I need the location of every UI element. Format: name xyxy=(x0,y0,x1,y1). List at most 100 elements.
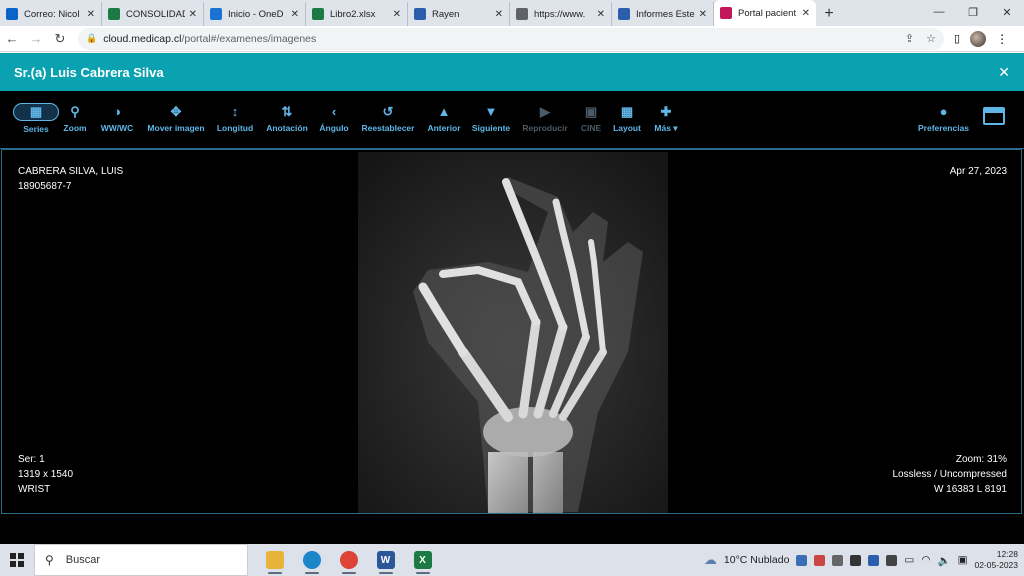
tool-plus[interactable]: ✚ Más ▾ xyxy=(654,103,677,134)
display-icon[interactable]: ▣ xyxy=(958,554,968,566)
tool-label: Zoom xyxy=(63,123,87,133)
tool-annotation[interactable]: ⇅ Anotación xyxy=(266,103,308,134)
start-button[interactable] xyxy=(0,553,34,567)
excel-icon: X xyxy=(413,551,432,569)
tray-app-icon[interactable] xyxy=(886,554,898,566)
tab-title: Portal pacient xyxy=(738,7,797,19)
tab-title: CONSOLIDAD xyxy=(126,8,185,20)
security-tray-icon[interactable] xyxy=(850,554,862,566)
tool-layout[interactable]: ▦ Layout xyxy=(613,103,641,134)
weather-text[interactable]: 10°C Nublado xyxy=(724,554,790,566)
browser-tab-strip: Correo: Nicol ✕ CONSOLIDAD ✕ Inicio - OneD ✕ L… xyxy=(0,0,1024,26)
tool-previous[interactable]: ▲ Anterior xyxy=(427,103,460,133)
tool-next[interactable]: ▼ Siguiente xyxy=(472,103,510,133)
tool-contrast[interactable]: ◑ WW/WC xyxy=(101,103,134,133)
browser-tab[interactable]: Informes Este ✕ xyxy=(612,2,714,26)
app-tray-icon[interactable] xyxy=(814,554,826,566)
tab-close-icon[interactable]: ✕ xyxy=(597,9,605,20)
share-icon[interactable]: ⇪ xyxy=(905,32,914,45)
browser-tab[interactable]: Rayen ✕ xyxy=(408,2,510,26)
tab-close-icon[interactable]: ✕ xyxy=(291,9,299,20)
windows-logo-icon xyxy=(10,553,24,567)
tab-title: Correo: Nicol xyxy=(24,8,80,20)
settings-tray-icon[interactable] xyxy=(832,554,844,566)
menu-icon[interactable]: ⋮ xyxy=(996,32,1008,46)
browser-tab[interactable]: Libro2.xlsx ✕ xyxy=(306,2,408,26)
volume-icon[interactable]: 🔈 xyxy=(938,554,951,567)
taskbar-app[interactable] xyxy=(256,544,293,576)
image-viewport[interactable]: CABRERA SILVA, LUIS 18905687-7 Apr 27, 2… xyxy=(1,149,1022,514)
tool-label: CINE xyxy=(580,123,602,133)
reload-button[interactable]: ↻ xyxy=(48,27,72,51)
profile-avatar[interactable] xyxy=(970,30,987,47)
restore-button[interactable]: ❐ xyxy=(956,0,990,24)
tab-title: Inicio - OneD xyxy=(228,8,284,20)
browser-tab[interactable]: CONSOLIDAD ✕ xyxy=(102,2,204,26)
xray-image[interactable] xyxy=(358,152,668,513)
tab-close-icon[interactable]: ✕ xyxy=(393,9,401,20)
tab-close-icon[interactable]: ✕ xyxy=(189,9,197,20)
tab-close-icon[interactable]: ✕ xyxy=(495,9,503,20)
clock-date: 02-05-2023 xyxy=(974,560,1018,570)
annotation-icon: ⇅ xyxy=(281,103,293,119)
search-icon: ⚲ xyxy=(70,103,80,119)
tab-title: Rayen xyxy=(432,8,460,20)
back-button[interactable]: ← xyxy=(0,27,24,51)
next-icon: ▼ xyxy=(484,104,498,119)
minimize-button[interactable]: — xyxy=(922,0,956,24)
tool-label: Siguiente xyxy=(471,123,511,133)
sidepanel-icon[interactable]: ▯ xyxy=(954,32,960,45)
window-level-overlay: W 16383 L 8191 xyxy=(933,484,1007,495)
study-date-overlay: Apr 27, 2023 xyxy=(949,166,1007,177)
close-window-button[interactable]: ✕ xyxy=(990,0,1024,24)
url-input[interactable]: 🔒 cloud.medicap.cl/portal#/examenes/imag… xyxy=(78,27,944,50)
tool-search[interactable]: ⚲ Zoom xyxy=(63,103,87,134)
tool-angle[interactable]: ‹ Ángulo xyxy=(319,103,348,133)
tab-close-icon[interactable]: ✕ xyxy=(87,9,95,20)
forward-button[interactable]: → xyxy=(24,27,48,51)
browser-tab[interactable]: Inicio - OneD ✕ xyxy=(204,2,306,26)
bookmark-star-icon[interactable]: ☆ xyxy=(926,32,936,45)
layout-icon: ▦ xyxy=(620,103,634,119)
onedrive-tray-icon[interactable] xyxy=(796,554,808,566)
preferences-button[interactable]: ● Preferencias xyxy=(918,103,969,133)
tool-play[interactable]: ▶ Reproducir xyxy=(522,103,567,134)
tool-ruler[interactable]: ↕ Longitud xyxy=(217,103,253,133)
browser-tab[interactable]: Portal pacient ✕ xyxy=(714,0,816,26)
chrome-icon xyxy=(339,551,358,569)
taskbar-app[interactable]: W xyxy=(367,544,404,576)
rayen-icon xyxy=(618,8,630,20)
tool-reset[interactable]: ↺ Reestablecer xyxy=(362,103,415,134)
tool-series[interactable]: ▦ Series xyxy=(13,103,59,134)
taskbar-app[interactable] xyxy=(293,544,330,576)
tool-video[interactable]: ▣ CINE xyxy=(580,103,602,134)
taskbar-apps: WX xyxy=(256,544,441,576)
browser-tab[interactable]: Correo: Nicol ✕ xyxy=(0,2,102,26)
window-controls: — ❐ ✕ xyxy=(922,0,1024,24)
new-tab-button[interactable]: + xyxy=(816,2,842,26)
url-host: cloud.medicap.cl xyxy=(103,32,182,45)
tool-label: Anotación xyxy=(266,123,308,133)
tab-title: Libro2.xlsx xyxy=(330,8,376,20)
battery-icon[interactable]: ▭ xyxy=(904,554,914,566)
tool-label: Anterior xyxy=(427,123,461,133)
wifi-icon[interactable]: ◠ xyxy=(921,554,930,566)
taskbar-app[interactable]: X xyxy=(404,544,441,576)
window-layout-icon[interactable] xyxy=(983,107,1005,125)
play-icon: ▶ xyxy=(540,103,550,119)
close-viewer-icon[interactable]: ✕ xyxy=(998,64,1010,81)
bluetooth-icon[interactable] xyxy=(868,554,880,566)
globe-icon xyxy=(516,8,528,20)
onedrive-icon xyxy=(210,8,222,20)
tool-move[interactable]: ✥ Mover imagen xyxy=(147,103,204,134)
taskbar-app[interactable] xyxy=(330,544,367,576)
taskbar-search[interactable]: ⚲ Buscar xyxy=(34,544,248,576)
body-part-overlay: WRIST xyxy=(18,484,51,495)
browser-tab[interactable]: https://www. ✕ xyxy=(510,2,612,26)
windows-taskbar: ⚲ Buscar WX ☁ 10°C Nublado ▭ ◠ 🔈 ▣ 12:28… xyxy=(0,544,1024,576)
taskbar-clock[interactable]: 12:28 02-05-2023 xyxy=(975,549,1018,571)
tab-close-icon[interactable]: ✕ xyxy=(699,9,707,20)
tab-close-icon[interactable]: ✕ xyxy=(802,8,810,19)
excel-icon xyxy=(312,8,324,20)
heart-icon xyxy=(720,7,732,19)
